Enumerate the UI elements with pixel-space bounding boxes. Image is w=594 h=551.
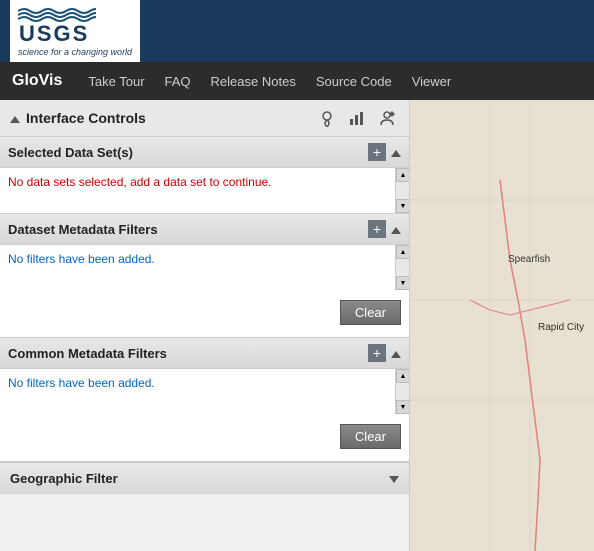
common-metadata-controls: + [368, 344, 401, 362]
common-metadata-header[interactable]: Common Metadata Filters + [0, 338, 409, 369]
scroll-up-arrow[interactable]: ▲ [396, 168, 410, 182]
user-settings-icon[interactable] [375, 106, 399, 130]
no-datasets-message: No data sets selected, add a data set to… [8, 175, 272, 189]
take-tour-link[interactable]: Take Tour [78, 64, 154, 99]
source-code-link[interactable]: Source Code [306, 64, 402, 99]
rapid-city-label: Rapid City [538, 322, 584, 333]
dataset-metadata-header[interactable]: Dataset Metadata Filters + [0, 214, 409, 245]
selected-datasets-controls: + [368, 143, 401, 161]
clear-dataset-filters-button[interactable]: Clear [340, 300, 401, 325]
add-common-filter-button[interactable]: + [368, 344, 386, 362]
scroll-down-arrow-3[interactable]: ▼ [396, 400, 410, 414]
add-dataset-button[interactable]: + [368, 143, 386, 161]
geographic-filter-collapse-icon[interactable] [389, 471, 399, 486]
dataset-metadata-footer: Clear [0, 290, 409, 337]
geographic-filter-header[interactable]: Geographic Filter [0, 462, 409, 494]
bar-chart-icon[interactable] [345, 106, 369, 130]
interface-controls-title: Interface Controls [26, 110, 146, 126]
panel-header-icons [315, 106, 399, 130]
collapse-common-filter-icon[interactable] [391, 346, 401, 361]
tagline-text: science for a changing world [18, 47, 132, 57]
selected-datasets-header[interactable]: Selected Data Set(s) + [0, 137, 409, 168]
main-content: Interface Controls Selected Data S [0, 100, 594, 551]
logo-container: USGS science for a changing world [10, 0, 140, 62]
map-svg: Spearfish Rapid City [410, 100, 594, 551]
dataset-metadata-section: Dataset Metadata Filters + No filters ha… [0, 214, 409, 338]
common-metadata-section: Common Metadata Filters + No filters hav… [0, 338, 409, 462]
usgs-header: USGS science for a changing world [0, 0, 594, 62]
dataset-metadata-body: No filters have been added. ▲ ▼ [0, 245, 409, 290]
nav-bar: GloVis Take Tour FAQ Release Notes Sourc… [0, 62, 594, 100]
interface-controls-header: Interface Controls [0, 100, 409, 137]
datasets-scrollbar: ▲ ▼ [395, 168, 409, 213]
svg-text:USGS: USGS [19, 21, 89, 46]
nav-brand: GloVis [12, 72, 62, 90]
dataset-metadata-controls: + [368, 220, 401, 238]
geographic-filter-title: Geographic Filter [10, 471, 118, 486]
scroll-down-arrow[interactable]: ▼ [396, 199, 410, 213]
selected-datasets-content: No data sets selected, add a data set to… [0, 168, 395, 213]
selected-datasets-section: Selected Data Set(s) + No data sets sele… [0, 137, 409, 214]
left-panel: Interface Controls Selected Data S [0, 100, 410, 551]
dataset-metadata-title: Dataset Metadata Filters [8, 222, 158, 237]
add-dataset-filter-button[interactable]: + [368, 220, 386, 238]
panel-header-left: Interface Controls [10, 110, 146, 126]
common-metadata-title: Common Metadata Filters [8, 346, 167, 361]
scroll-track-3 [396, 383, 409, 400]
spearfish-label: Spearfish [508, 254, 550, 265]
dataset-metadata-scrollbar: ▲ ▼ [395, 245, 409, 290]
map-panel: Spearfish Rapid City [410, 100, 594, 551]
no-dataset-filters-message: No filters have been added. [8, 252, 155, 266]
scroll-track [396, 182, 409, 199]
viewer-link[interactable]: Viewer [402, 64, 462, 99]
release-notes-link[interactable]: Release Notes [201, 64, 306, 99]
selected-datasets-body: No data sets selected, add a data set to… [0, 168, 409, 213]
usgs-logo-graphic: USGS [18, 5, 96, 47]
common-metadata-body: No filters have been added. ▲ ▼ [0, 369, 409, 414]
collapse-datasets-icon[interactable] [391, 145, 401, 160]
scroll-down-arrow-2[interactable]: ▼ [396, 276, 410, 290]
common-metadata-scrollbar: ▲ ▼ [395, 369, 409, 414]
common-metadata-content: No filters have been added. [0, 369, 395, 414]
collapse-triangle-icon[interactable] [10, 111, 20, 126]
selected-datasets-title: Selected Data Set(s) [8, 145, 133, 160]
dataset-metadata-content: No filters have been added. [0, 245, 395, 290]
no-common-filters-message: No filters have been added. [8, 376, 155, 390]
map-pin-icon[interactable] [315, 106, 339, 130]
scroll-up-arrow-2[interactable]: ▲ [396, 245, 410, 259]
faq-link[interactable]: FAQ [155, 64, 201, 99]
collapse-dataset-filter-icon[interactable] [391, 222, 401, 237]
clear-common-filters-button[interactable]: Clear [340, 424, 401, 449]
common-metadata-footer: Clear [0, 414, 409, 461]
scroll-track-2 [396, 259, 409, 276]
scroll-up-arrow-3[interactable]: ▲ [396, 369, 410, 383]
